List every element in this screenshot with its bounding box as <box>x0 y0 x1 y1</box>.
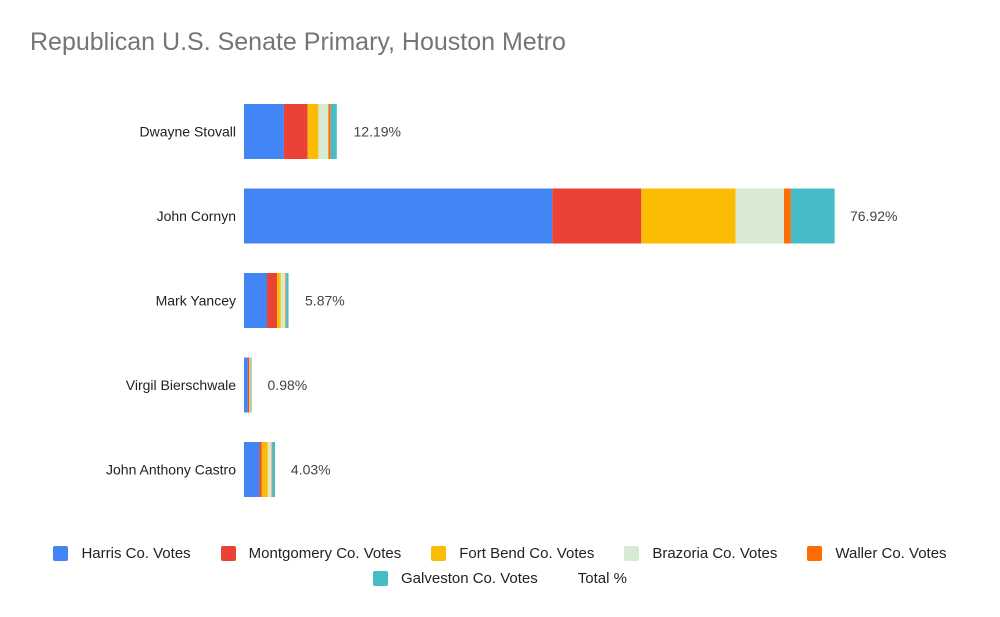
legend-label: Harris Co. Votes <box>81 545 191 562</box>
legend-item[interactable]: Fort Bend Co. Votes <box>431 545 594 562</box>
bar-group: John Anthony Castro 4.03% <box>106 442 331 497</box>
category-label: John Anthony Castro <box>106 462 236 478</box>
legend-swatch <box>220 546 236 561</box>
bar-segment <box>248 357 250 413</box>
bar-segment <box>244 273 268 328</box>
legend-item[interactable]: Total % <box>578 570 627 587</box>
bar-segment <box>790 188 835 244</box>
bar-group: John Cornyn 76.92% <box>157 188 897 244</box>
bar-segment <box>267 442 272 497</box>
legend-label: Waller Co. Votes <box>835 545 947 562</box>
bar-segment <box>285 273 287 328</box>
legend-swatch <box>373 571 389 586</box>
legend-item[interactable]: Brazoria Co. Votes <box>624 545 777 562</box>
bar-segment <box>307 104 319 159</box>
bar-group: Dwayne Stovall 12.19% <box>140 104 401 159</box>
legend-item[interactable]: Harris Co. Votes <box>53 545 191 562</box>
bar-segment <box>283 104 308 159</box>
data-label: 4.03% <box>291 462 331 478</box>
category-label: John Cornyn <box>157 208 236 224</box>
legend-label: Brazoria Co. Votes <box>652 545 778 562</box>
legend-label: Montgomery Co. Votes <box>248 545 402 562</box>
bar-segment <box>318 104 329 159</box>
bar-segment <box>249 357 251 413</box>
bar-segment <box>244 188 553 244</box>
bar-segment <box>552 188 642 244</box>
bar-segment <box>286 273 289 328</box>
bar-segment <box>735 188 784 244</box>
legend-label: Galveston Co. Votes <box>401 570 538 587</box>
bar-segment <box>328 104 331 159</box>
bar-segment <box>330 104 337 159</box>
legend-swatch <box>53 546 69 561</box>
legend-label: Fort Bend Co. Votes <box>459 545 595 562</box>
bar-segment <box>272 442 276 497</box>
data-label: 12.19% <box>354 124 401 140</box>
bar-segment <box>271 442 273 497</box>
legend-swatch <box>431 546 447 561</box>
category-label: Mark Yancey <box>156 293 236 309</box>
data-label: 0.98% <box>268 377 308 393</box>
legend-row: Galveston Co. Votes Total % <box>0 570 1000 587</box>
legend-item[interactable]: Galveston Co. Votes <box>373 570 538 587</box>
bar-segment <box>250 357 252 413</box>
legend-item[interactable]: Montgomery Co. Votes <box>220 545 402 562</box>
bar-segment <box>276 273 281 328</box>
bar-segment <box>244 357 248 413</box>
category-label: Virgil Bierschwale <box>126 377 236 393</box>
bar-segment <box>783 188 791 244</box>
bar-segment <box>244 442 260 497</box>
category-label: Dwayne Stovall <box>140 124 237 140</box>
legend-row: Harris Co. Votes Montgomery Co. Votes Fort… <box>0 545 1000 562</box>
bar-segment <box>280 273 286 328</box>
bar-group: Virgil Bierschwale 0.98% <box>126 357 308 413</box>
bar-segment <box>259 442 262 497</box>
legend-item[interactable]: Waller Co. Votes <box>807 545 947 562</box>
bar-group: Mark Yancey 5.87% <box>156 273 345 328</box>
legend-swatch <box>807 546 823 561</box>
legend-swatch <box>624 546 640 561</box>
legend-label: Total % <box>577 570 627 587</box>
plot-area: Dwayne Stovall 12.19% John Cornyn 76.92% Mar… <box>106 104 897 497</box>
bar-segment <box>244 104 284 159</box>
bar-segment <box>247 357 249 413</box>
bar-segment <box>267 273 277 328</box>
data-label: 76.92% <box>850 208 897 224</box>
bar-segment <box>261 442 268 497</box>
data-label: 5.87% <box>305 293 345 309</box>
bar-segment <box>641 188 736 244</box>
